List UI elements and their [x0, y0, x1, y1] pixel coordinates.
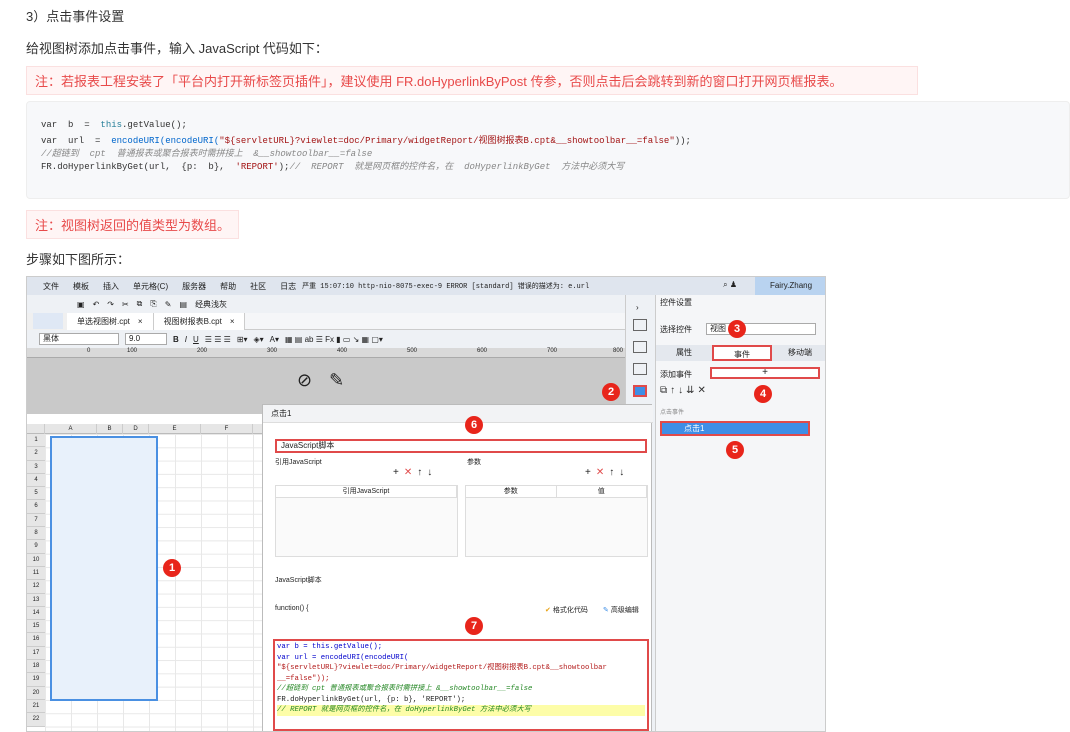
search-icon[interactable]: ⌕ ♟	[723, 280, 737, 290]
note-array: 注：视图树返回的值类型为数组。	[26, 210, 240, 239]
note-plugin: 注：若报表工程安装了「平台内打开新标签页插件」，建议使用 FR.doHyperl…	[26, 66, 918, 95]
underline-icon[interactable]: U	[193, 335, 199, 344]
menu-log[interactable]: 日志	[280, 281, 296, 292]
event-editor-dialog: 点击1 JavaScript脚本 引用JavaScript 参数 +✕↑↓ +✕…	[262, 404, 653, 731]
check-icon: ✔	[545, 607, 551, 614]
copy-icon[interactable]: ⧉	[137, 299, 143, 309]
menu-insert[interactable]: 插入	[103, 281, 119, 292]
step-badge-1: 1	[163, 559, 181, 577]
code-line-4: FR.doHyperlinkByGet(url, {p: b}, 'REPORT…	[41, 162, 625, 172]
cut-icon[interactable]: ✂	[122, 300, 129, 309]
param-controls[interactable]: +✕↑↓	[585, 467, 629, 478]
format-brush-icon[interactable]: ✎	[165, 300, 172, 309]
user-name[interactable]: Fairy.Zhang	[755, 277, 825, 295]
document: 3）点击事件设置 给视图树添加点击事件，输入 JavaScript 代码如下： …	[0, 0, 1070, 732]
menu-community[interactable]: 社区	[250, 281, 266, 292]
step-badge-7: 7	[465, 617, 483, 635]
border-icon[interactable]: ⊞▾	[237, 335, 248, 344]
italic-icon[interactable]: I	[185, 335, 187, 344]
menu-file[interactable]: 文件	[43, 281, 59, 292]
script-label: JavaScript脚本	[275, 577, 322, 584]
tree-widget-cell[interactable]	[50, 436, 158, 701]
section-heading: 3）点击事件设置	[26, 9, 125, 24]
menu-bar: 文件 模板 插入 单元格(C) 服务器 帮助 社区 日志 严重 15:07:10…	[27, 277, 825, 295]
menu-help[interactable]: 帮助	[220, 281, 236, 292]
cell-attr-icon[interactable]	[633, 319, 647, 331]
step-badge-4: 4	[754, 385, 772, 403]
collapse-icon[interactable]: ›	[636, 303, 639, 312]
font-size-select[interactable]: 9.0	[125, 333, 167, 345]
close-icon[interactable]: ×	[138, 313, 143, 330]
add-event-label: 添加事件	[660, 370, 692, 379]
pencil-icon[interactable]: ✎	[329, 370, 344, 390]
dialog-title: 点击1	[263, 405, 653, 423]
code-line-3: //超链到 cpt 普通报表或聚合报表时需拼接上 &__showtoolbar_…	[41, 149, 373, 159]
function-header: function() {	[275, 605, 309, 612]
add-event-button[interactable]: +	[710, 367, 820, 379]
theme-icon[interactable]: ▤	[180, 300, 188, 309]
save-icon[interactable]: ▣	[77, 300, 85, 309]
insert-icons[interactable]: ▦ ▤ ab ☰ Fx ▮ ▭ ↘ ▦ ▢▾	[285, 335, 383, 344]
select-widget-label: 选择控件	[660, 325, 692, 334]
undo-icon[interactable]: ↶	[93, 300, 100, 309]
tab-attributes[interactable]: 属性	[656, 345, 712, 361]
steps-text: 步骤如下图所示：	[26, 252, 131, 267]
tab-tree-single[interactable]: 单选视图树.cpt ×	[67, 312, 154, 330]
ref-js-controls[interactable]: +✕↑↓	[393, 467, 437, 478]
hide-and-edit-icons: ⊘ ✎	[297, 370, 344, 391]
spreadsheet-grid[interactable]: A B D E F 1 2 3 4 5 6 7 8 9 10 11 12 13 14 15 16 17 18 19 2…	[27, 414, 262, 731]
font-color-icon[interactable]: A▾	[270, 335, 279, 344]
ref-js-table[interactable]: 引用JavaScript	[275, 485, 458, 557]
event-type-select[interactable]: JavaScript脚本	[275, 439, 647, 453]
redo-icon[interactable]: ↷	[107, 300, 114, 309]
step-badge-5: 5	[726, 441, 744, 459]
tab-mobile[interactable]: 移动端	[772, 345, 825, 361]
format-toolbar: 黑体 9.0 BIU ☰ ☰ ☰ ⊞▾ ◈▾ A▾ ▦ ▤ ab ☰ Fx ▮ …	[27, 330, 625, 348]
code-line-1: var b = this.getValue();	[41, 120, 187, 130]
column-headers: A B D E F	[27, 424, 262, 434]
eye-off-icon[interactable]: ⊘	[297, 370, 312, 390]
intro-text: 给视图树添加点击事件，输入 JavaScript 代码如下：	[26, 41, 328, 56]
font-family-select[interactable]: 黑体	[39, 333, 119, 345]
advanced-edit-button[interactable]: ✎ 高级编辑	[603, 605, 639, 615]
row-headers: 1 2 3 4 5 6 7 8 9 10 11 12 13 14 15 16 17 18 19 20 21 22	[27, 434, 45, 727]
ruler: 0 100 200 300 400 500 600 700 800	[27, 348, 625, 358]
menu-cell[interactable]: 单元格(C)	[133, 281, 168, 292]
tab-events[interactable]: 事件	[712, 345, 772, 361]
close-icon[interactable]: ×	[230, 313, 235, 330]
bold-icon[interactable]: B	[173, 335, 179, 344]
format-code-button[interactable]: ✔ 格式化代码	[545, 605, 588, 615]
code-line-2: var url = encodeURI(encodeURI("${servlet…	[41, 136, 691, 146]
designer-screenshot: 文件 模板 插入 单元格(C) 服务器 帮助 社区 日志 严重 15:07:10…	[26, 276, 826, 732]
code-block: var b = this.getValue(); var url = encod…	[26, 101, 1070, 199]
step-badge-2: 2	[602, 383, 620, 401]
tab-tree-report[interactable]: 视图树报表B.cpt ×	[153, 312, 246, 330]
event-toolbar-icons[interactable]: ⧉↑↓⇊✕	[660, 385, 709, 396]
toolbar: ▣ ↶ ↷ ✂ ⧉ ⎘ ✎ ▤ 经典浅灰	[27, 295, 625, 313]
panel-tabs: 属性 事件 移动端	[656, 345, 825, 361]
condition-icon[interactable]	[633, 341, 647, 353]
widget-settings-panel: 控件设置 选择控件 视图 属性 事件 移动端 添加事件 + ⧉↑↓⇊✕ 点击事件…	[655, 295, 825, 731]
classic-theme[interactable]: 经典浅灰	[195, 299, 227, 310]
step-badge-3: 3	[728, 320, 746, 338]
panel-title: 控件设置	[660, 298, 692, 307]
step-badge-6: 6	[465, 416, 483, 434]
template-tabs: 单选视图树.cpt × 视图树报表B.cpt ×	[67, 312, 625, 330]
widget-settings-icon[interactable]	[633, 385, 647, 397]
paste-icon[interactable]: ⎘	[150, 299, 156, 309]
fill-icon[interactable]: ◈▾	[253, 335, 263, 344]
js-code-editor[interactable]: var b = this.getValue(); var url = encod…	[273, 639, 649, 731]
hyperlink-icon[interactable]	[633, 363, 647, 375]
log-text: 严重 15:07:10 http-nio-8075-exec-9 ERROR […	[302, 283, 590, 291]
edit-icon: ✎	[603, 607, 609, 614]
align-icon[interactable]: ☰ ☰ ☰	[205, 335, 231, 344]
ref-js-label: 引用JavaScript	[275, 459, 322, 466]
event-item-click1[interactable]: 点击1	[660, 421, 810, 436]
param-label: 参数	[467, 459, 481, 466]
select-widget-dropdown[interactable]: 视图	[706, 323, 816, 335]
menu-template[interactable]: 模板	[73, 281, 89, 292]
param-table[interactable]: 参数值	[465, 485, 648, 557]
menu-server[interactable]: 服务器	[182, 281, 206, 292]
event-list-header: 点击事件	[660, 410, 685, 416]
